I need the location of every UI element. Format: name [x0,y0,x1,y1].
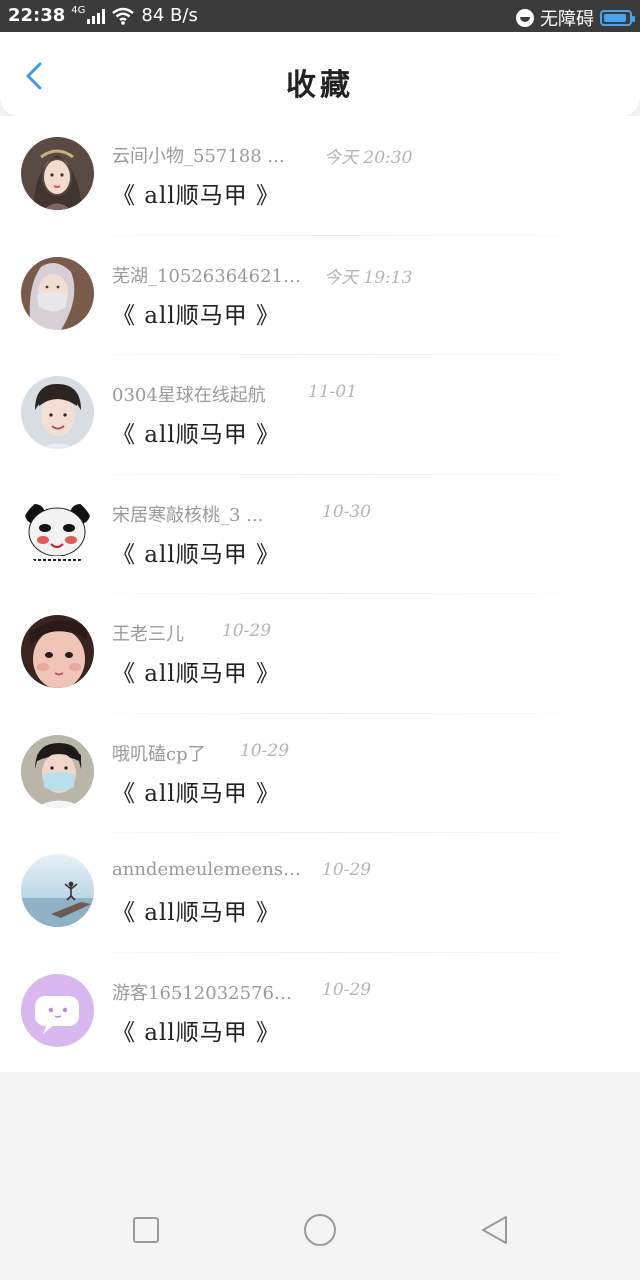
message-preview: 《 all顺马甲 》 [112,541,281,568]
message-preview: 《 all顺马甲 》 [112,1019,281,1046]
boy-portrait-avatar[interactable] [21,376,94,449]
status-left: 22:38 4G 84 B/s [8,5,198,26]
network-type: 4G [71,5,86,16]
list-item[interactable]: 芜湖_10526364621 ... 今天 19:13 《 all顺马甲 》 [0,236,640,356]
triangle-back-icon[interactable] [478,1214,510,1246]
sender-name: 哦叽磕cp了 [112,743,206,765]
boy-mask-avatar[interactable] [21,734,94,808]
message-preview: 《 all顺马甲 》 [112,780,281,807]
list-item[interactable]: 游客165120325765 ... 10-29 《 all顺马甲 》 [0,953,640,1073]
message-preview: 《 all顺马甲 》 [112,422,281,448]
message-preview: 《 all顺马甲 》 [112,302,281,329]
timestamp: 今天 19:13 [324,267,413,288]
favorites-list: 云间小物_557188 ... 今天 20:30 《 all顺马甲 》 芜湖_1… [0,116,640,1072]
system-nav-bar [0,1194,640,1280]
circle-icon[interactable] [302,1212,338,1248]
sender-name: 芜湖_10526364621 ... [112,265,302,287]
panda-meme-avatar[interactable] [21,495,94,569]
list-item[interactable]: 哦叽磕cp了 10-29 《 all顺马甲 》 [0,714,640,834]
list-item[interactable]: 宋居寒敲核桃_3 ... 10-30 《 all顺马甲 》 [0,475,640,595]
sender-name: 云间小物_557188 ... [112,146,285,167]
sender-name: 0304星球在线起航 [112,385,266,406]
timestamp: 10-29 [240,740,290,761]
timestamp: 10-29 [322,979,372,1000]
status-time: 22:38 [8,5,66,26]
status-right: 无障碍 [516,5,635,31]
timestamp: 今天 20:30 [324,148,413,168]
yoga-sea-avatar[interactable] [21,854,94,927]
dnd-label: 无障碍 [540,9,594,30]
battery-icon [600,10,635,26]
sender-name: 宋居寒敲核桃_3 ... [112,504,264,526]
list-item[interactable]: anndemeulemeensskter 10-29 《 all顺马甲 》 [0,833,640,953]
timestamp: 11-01 [308,382,358,402]
signal-icon [87,8,106,24]
square-icon[interactable] [132,1216,160,1244]
list-item[interactable]: 0304星球在线起航 11-01 《 all顺马甲 》 [0,355,640,475]
timestamp: 10-30 [322,501,372,522]
network-speed: 84 B/s [141,5,198,26]
page-title: 收藏 [286,68,354,103]
list-item[interactable]: 王老三儿 10-29 《 all顺马甲 》 [0,594,640,714]
child-face-avatar[interactable] [21,615,94,688]
sender-name: 王老三儿 [112,624,184,645]
girl-costume-avatar[interactable] [21,137,94,210]
message-preview: 《 all顺马甲 》 [112,183,281,209]
status-bar: 22:38 4G 84 B/s 无障碍 [0,0,640,32]
list-item[interactable]: 云间小物_557188 ... 今天 20:30 《 all顺马甲 》 [0,116,640,236]
sender-name: 游客165120325765 ... [112,982,302,1004]
message-preview: 《 all顺马甲 》 [112,661,281,687]
header-bar: 收藏 [0,32,640,116]
timestamp: 10-29 [322,860,372,880]
message-preview: 《 all顺马甲 》 [112,900,281,926]
wifi-icon [112,7,135,25]
masked-woman-avatar[interactable] [21,256,94,330]
timestamp: 10-29 [222,621,272,641]
purple-chat-avatar[interactable] [21,973,94,1047]
dnd-icon [516,9,534,27]
sender-name: anndemeulemeensskter [112,859,302,880]
